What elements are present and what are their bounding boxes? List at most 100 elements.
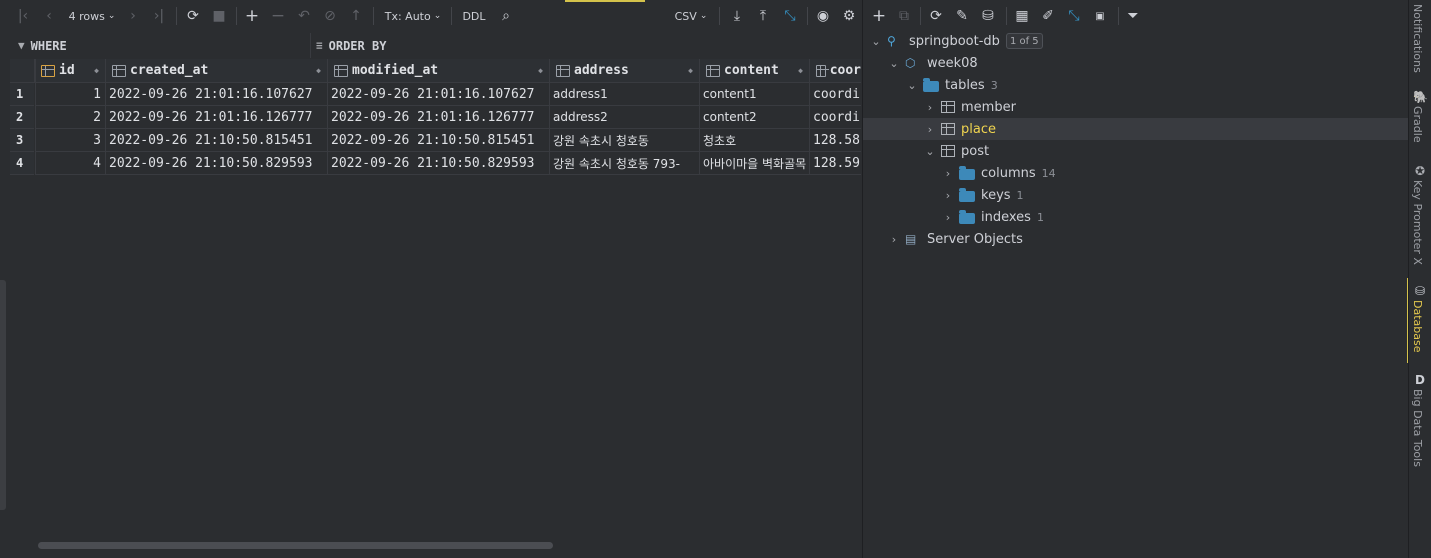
chevron-down-icon[interactable]: ⌄ xyxy=(869,35,883,48)
tree-item-table-member[interactable]: › member xyxy=(863,96,1409,118)
settings-gear-icon[interactable]: ⚙ xyxy=(840,6,858,26)
table-cell-modified-at[interactable]: 2022-09-26 21:01:16.107627 xyxy=(328,83,549,106)
chevron-right-icon[interactable]: › xyxy=(887,233,901,246)
add-icon[interactable]: + xyxy=(869,6,889,26)
column-header-content[interactable]: content ◆ xyxy=(700,59,809,83)
tree-item-indexes-folder[interactable]: › indexes 1 xyxy=(863,206,1409,228)
chevron-right-icon[interactable]: › xyxy=(941,211,955,224)
view-eye-icon[interactable]: ◉ xyxy=(813,6,833,26)
where-filter[interactable]: ▼ WHERE xyxy=(18,33,67,58)
ddl-button[interactable]: DDL xyxy=(459,6,489,26)
search-icon[interactable]: ⌕ xyxy=(497,6,515,26)
table-cell-coor[interactable]: coordi xyxy=(810,83,861,106)
table-cell-address[interactable]: 강원 속초시 청호동 xyxy=(550,129,699,152)
database-tool-button[interactable]: Database xyxy=(1411,300,1424,353)
table-cell-coor[interactable]: 128.59 xyxy=(810,152,861,175)
table-cell-address[interactable]: 강원 속초시 청호동 793- xyxy=(550,152,699,175)
table-cell-id[interactable]: 1 xyxy=(35,83,105,106)
sort-icon[interactable]: ◆ xyxy=(316,66,321,75)
tree-item-datasource[interactable]: ⌄ ⚲ springboot-db 1 of 5 xyxy=(863,30,1409,52)
add-row-icon[interactable]: + xyxy=(243,6,261,26)
table-cell-content[interactable]: 아바이마을 벽화골목 xyxy=(700,152,809,175)
table-cell-modified-at[interactable]: 2022-09-26 21:10:50.829593 xyxy=(328,152,549,175)
row-number[interactable]: 3 xyxy=(10,129,34,152)
column-header-address[interactable]: address ◆ xyxy=(550,59,699,83)
preview-changes-icon[interactable]: ⊘ xyxy=(321,6,339,26)
vertical-scrollbar[interactable] xyxy=(0,280,6,510)
table-cell-content[interactable]: 청초호 xyxy=(700,129,809,152)
export-format-dropdown[interactable]: CSV ⌄ xyxy=(670,6,712,26)
last-page-icon[interactable]: ›| xyxy=(150,6,168,26)
table-cell-content[interactable]: content1 xyxy=(700,83,809,106)
sort-icon[interactable]: ◆ xyxy=(94,66,99,75)
refresh-icon[interactable]: ⟳ xyxy=(927,6,945,26)
sort-icon[interactable]: ◆ xyxy=(688,66,693,75)
table-cell-created-at[interactable]: 2022-09-26 21:10:50.815451 xyxy=(106,129,327,152)
table-cell-id[interactable]: 2 xyxy=(35,106,105,129)
big-data-tools-button[interactable]: Big Data Tools xyxy=(1411,389,1424,467)
tree-item-server-objects[interactable]: › ▤ Server Objects xyxy=(863,228,1409,250)
tree-item-schema[interactable]: ⌄ ⬡ week08 xyxy=(863,52,1409,74)
download-icon[interactable]: ⤓ xyxy=(728,6,746,26)
row-number[interactable]: 2 xyxy=(10,106,34,129)
first-page-icon[interactable]: |‹ xyxy=(14,6,32,26)
sort-icon[interactable]: ◆ xyxy=(538,66,543,75)
chevron-down-icon: ⌄ xyxy=(433,11,442,21)
chevron-right-icon[interactable]: › xyxy=(923,123,937,136)
delete-row-icon[interactable]: − xyxy=(269,6,287,26)
tree-item-table-place[interactable]: › place xyxy=(863,118,1409,140)
column-header-id[interactable]: id ◆ xyxy=(35,59,105,83)
tree-item-tables-folder[interactable]: ⌄ tables 3 xyxy=(863,74,1409,96)
table-cell-address[interactable]: address1 xyxy=(550,83,699,106)
table-cell-id[interactable]: 3 xyxy=(35,129,105,152)
tree-item-columns-folder[interactable]: › columns 14 xyxy=(863,162,1409,184)
table-cell-modified-at[interactable]: 2022-09-26 21:10:50.815451 xyxy=(328,129,549,152)
row-number[interactable]: 4 xyxy=(10,152,34,175)
next-page-icon[interactable]: › xyxy=(124,6,142,26)
filter-icon[interactable]: ⏷ xyxy=(1124,6,1142,26)
table-view-icon[interactable]: ▦ xyxy=(1013,6,1031,26)
order-by-filter[interactable]: ≡ ORDER BY xyxy=(316,33,386,58)
table-cell-id[interactable]: 4 xyxy=(35,152,105,175)
table-cell-created-at[interactable]: 2022-09-26 21:01:16.107627 xyxy=(106,83,327,106)
table-cell-created-at[interactable]: 2022-09-26 21:01:16.126777 xyxy=(106,106,327,129)
table-cell-coor[interactable]: 128.58 xyxy=(810,129,861,152)
chevron-down-icon[interactable]: ⌄ xyxy=(923,145,937,158)
column-header-created-at[interactable]: created_at ◆ xyxy=(106,59,327,83)
tx-mode-dropdown[interactable]: Tx: Auto ⌄ xyxy=(383,6,443,26)
table-cell-address[interactable]: address2 xyxy=(550,106,699,129)
sort-icon[interactable]: ◆ xyxy=(798,66,803,75)
compare-icon[interactable]: ⤡ xyxy=(1064,6,1084,26)
chevron-right-icon[interactable]: › xyxy=(941,167,955,180)
tree-item-keys-folder[interactable]: › keys 1 xyxy=(863,184,1409,206)
chevron-right-icon[interactable]: › xyxy=(941,189,955,202)
copy-icon[interactable]: ⧉ xyxy=(895,6,913,26)
table-cell-created-at[interactable]: 2022-09-26 21:10:50.829593 xyxy=(106,152,327,175)
row-number[interactable]: 1 xyxy=(10,83,34,106)
revert-icon[interactable]: ↶ xyxy=(295,6,313,26)
stop-icon[interactable]: ■ xyxy=(210,6,228,26)
column-header-coordinates[interactable]: coor xyxy=(810,59,861,83)
gradle-tool-button[interactable]: Gradle xyxy=(1411,106,1424,143)
upload-icon[interactable]: ⤒ xyxy=(754,6,772,26)
table-cell-modified-at[interactable]: 2022-09-26 21:01:16.126777 xyxy=(328,106,549,129)
table-cell-coor[interactable]: coordi xyxy=(810,106,861,129)
prev-page-icon[interactable]: ‹ xyxy=(40,6,58,26)
datasource-properties-icon[interactable]: ⛁ xyxy=(979,6,997,26)
key-promoter-tool-button[interactable]: Key Promoter X xyxy=(1411,180,1424,265)
rows-count-dropdown[interactable]: 4 rows ⌄ xyxy=(64,6,120,26)
refresh-icon[interactable]: ⟳ xyxy=(184,6,202,26)
edit-icon[interactable]: ✐ xyxy=(1039,6,1057,26)
edit-schema-icon[interactable]: ✎ xyxy=(953,6,971,26)
table-cell-content[interactable]: content2 xyxy=(700,106,809,129)
compare-icon[interactable]: ⤡ xyxy=(780,6,800,26)
chevron-down-icon[interactable]: ⌄ xyxy=(887,57,901,70)
chevron-right-icon[interactable]: › xyxy=(923,101,937,114)
submit-icon[interactable]: ↑ xyxy=(347,6,365,26)
column-header-modified-at[interactable]: modified_at ◆ xyxy=(328,59,549,83)
horizontal-scrollbar[interactable] xyxy=(38,542,553,549)
notifications-tool-button[interactable]: Notifications xyxy=(1411,4,1424,73)
chevron-down-icon[interactable]: ⌄ xyxy=(905,79,919,92)
tree-item-table-post[interactable]: ⌄ post xyxy=(863,140,1409,162)
query-console-icon[interactable]: ▣ xyxy=(1091,6,1109,26)
